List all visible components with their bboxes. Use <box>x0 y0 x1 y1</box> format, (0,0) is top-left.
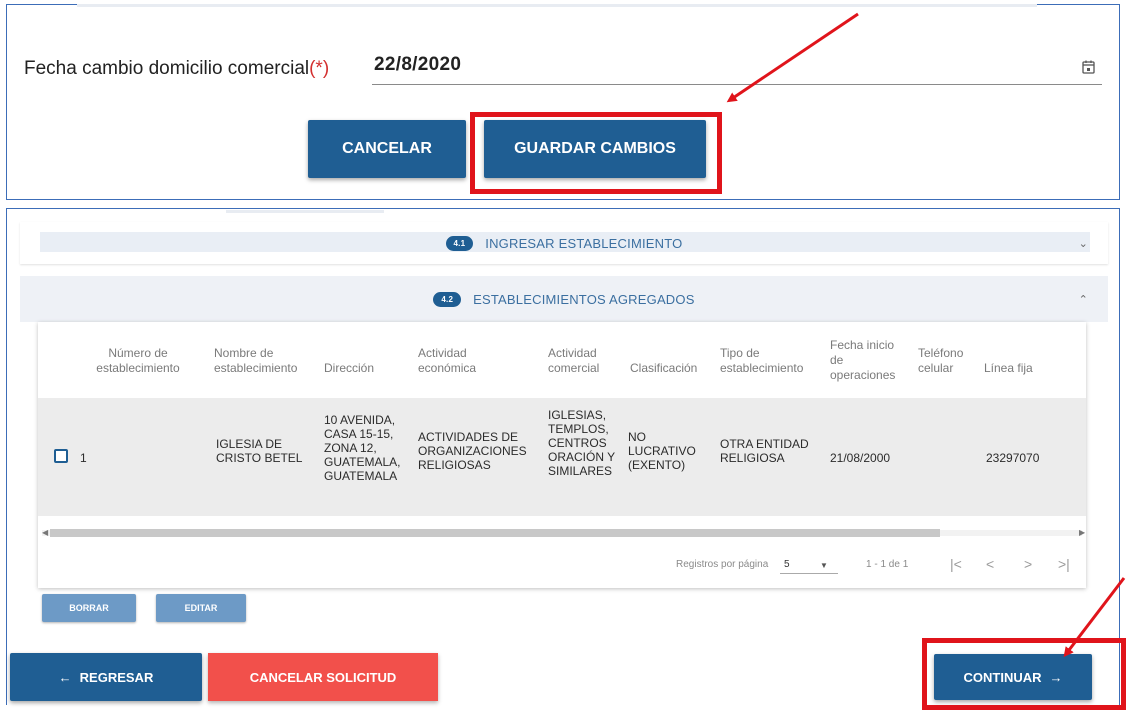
first-page-icon[interactable]: |< <box>950 556 962 572</box>
column-header-nombre[interactable]: Nombre de establecimiento <box>214 346 312 376</box>
back-button[interactable]: ← REGRESAR <box>10 653 202 701</box>
cancel-button[interactable]: CANCELAR <box>308 120 466 178</box>
cell-tipo: OTRA ENTIDAD RELIGIOSA <box>720 437 809 465</box>
cell-actividad-economica: ACTIVIDADES DE ORGANIZACIONES RELIGIOSAS <box>418 430 527 472</box>
scroll-right-icon[interactable]: ▶ <box>1079 528 1085 537</box>
continue-button[interactable]: CONTINUAR → <box>934 654 1092 700</box>
arrow-left-icon: ← <box>58 669 72 685</box>
dropdown-caret-icon[interactable]: ▼ <box>820 561 828 570</box>
rows-per-page-select[interactable]: 5 <box>784 559 790 570</box>
cell-direccion: 10 AVENIDA, CASA 15-15, ZONA 12, GUATEMA… <box>324 413 401 483</box>
cell-actividad-comercial: IGLESIAS, TEMPLOS, CENTROS ORACIÓN Y SIM… <box>548 408 615 478</box>
calendar-icon[interactable] <box>1082 60 1095 74</box>
continue-label: CONTINUAR <box>963 669 1042 685</box>
scrollbar-thumb[interactable] <box>50 529 940 537</box>
rows-select-underline <box>780 573 838 574</box>
arrow-right-icon: → <box>1049 669 1063 685</box>
accordion-ingresar-establecimiento[interactable]: 4.1 INGRESAR ESTABLECIMIENTO ⌄ <box>20 222 1108 264</box>
chevron-up-icon[interactable]: ⌃ <box>1079 293 1088 306</box>
edit-button[interactable]: EDITAR <box>156 594 246 622</box>
scroll-left-icon[interactable]: ◀ <box>42 528 48 537</box>
column-header-tipo[interactable]: Tipo de establecimiento <box>720 346 816 376</box>
panel-top-edge <box>77 4 1037 7</box>
column-header-fecha-inicio[interactable]: Fecha inicio de operaciones <box>830 338 908 383</box>
save-changes-button[interactable]: GUARDAR CAMBIOS <box>484 120 706 178</box>
chevron-down-icon[interactable]: ⌄ <box>1079 237 1088 250</box>
cell-linea-fija: 23297070 <box>986 451 1040 465</box>
date-field-label: Fecha cambio domicilio comercial(*) <box>24 58 330 79</box>
page-range-label: 1 - 1 de 1 <box>866 559 909 570</box>
delete-button[interactable]: BORRAR <box>42 594 136 622</box>
previous-page-icon[interactable]: < <box>986 556 994 572</box>
column-header-clasificacion[interactable]: Clasificación <box>630 361 712 376</box>
row-checkbox[interactable] <box>54 449 68 463</box>
back-label: REGRESAR <box>79 669 154 685</box>
cell-fecha-inicio: 21/08/2000 <box>830 451 891 465</box>
column-header-telefono[interactable]: Teléfono celular <box>918 346 968 376</box>
column-header-actividad-comercial[interactable]: Actividad comercial <box>548 346 620 376</box>
cell-nombre: IGLESIA DE CRISTO BETEL <box>216 437 303 465</box>
date-input-underline <box>372 84 1102 85</box>
cell-clasificacion: NO LUCRATIVO (EXENTO) <box>628 430 696 472</box>
required-mark: (*) <box>309 58 330 79</box>
step-badge: 4.2 <box>433 291 462 307</box>
column-header-numero[interactable]: Número de establecimiento <box>86 346 190 376</box>
cell-numero: 1 <box>80 451 87 465</box>
step-badge: 4.1 <box>445 235 474 251</box>
accordion-title: INGRESAR ESTABLECIMIENTO <box>485 235 683 251</box>
cancel-request-button[interactable]: CANCELAR SOLICITUD <box>208 653 438 701</box>
last-page-icon[interactable]: >| <box>1058 556 1070 572</box>
date-input[interactable]: 22/8/2020 <box>374 54 461 76</box>
column-header-actividad-economica[interactable]: Actividad económica <box>418 346 508 376</box>
column-header-linea-fija[interactable]: Línea fija <box>984 361 1054 376</box>
accordion-establecimientos-agregados[interactable]: 4.2 ESTABLECIMIENTOS AGREGADOS ⌃ <box>20 276 1108 322</box>
rows-per-page-label: Registros por página <box>676 559 769 570</box>
accordion-title: ESTABLECIMIENTOS AGREGADOS <box>473 291 695 307</box>
panel-top-edge <box>226 210 384 213</box>
column-header-direccion[interactable]: Dirección <box>324 361 404 376</box>
next-page-icon[interactable]: > <box>1024 556 1032 572</box>
